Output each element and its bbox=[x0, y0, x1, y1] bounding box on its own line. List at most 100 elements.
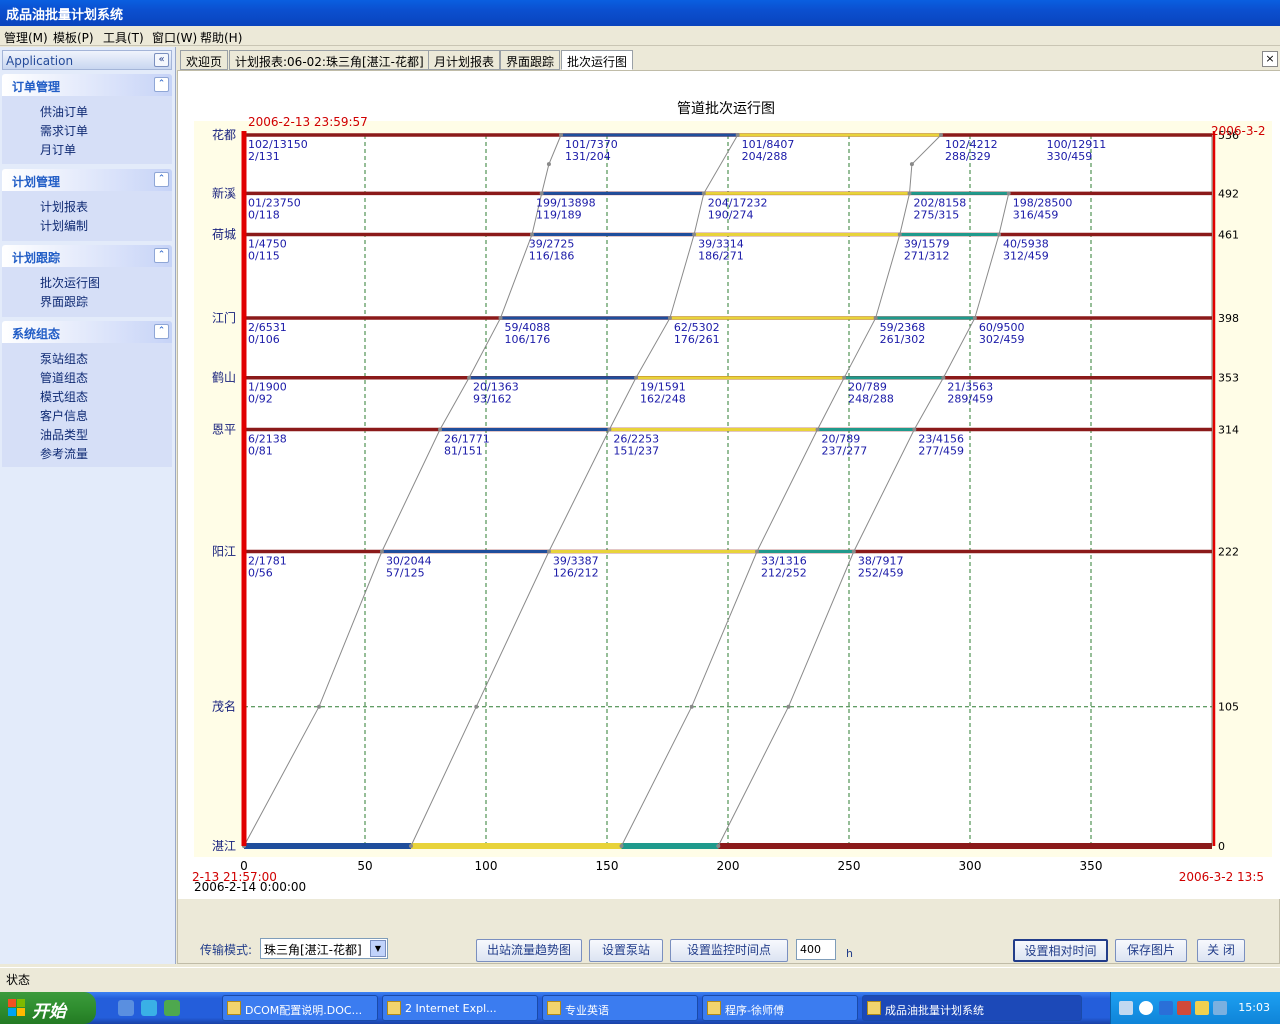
batch-annotation-label: 0/106 bbox=[248, 333, 280, 346]
chart-area: 0 50 100 150 200 250 300 350 花都 536 新溪 492 荷城 461 江门 39… bbox=[178, 71, 1280, 899]
batch-run-chart: 0 50 100 150 200 250 300 350花都 536新溪 492荷城 461江门 39… bbox=[192, 101, 1272, 894]
close-button[interactable]: 关 闭 bbox=[1197, 939, 1245, 962]
tray-app-icon[interactable] bbox=[1177, 1001, 1191, 1015]
interface-point bbox=[735, 133, 740, 137]
x-tick-label: 300 bbox=[959, 859, 982, 873]
back-icon[interactable] bbox=[1159, 1001, 1173, 1015]
interface-point bbox=[907, 191, 912, 196]
interface-point bbox=[815, 427, 820, 432]
batch-annotation-label: 271/312 bbox=[904, 249, 950, 262]
title-bar: 成品油批量计划系统 bbox=[0, 0, 1280, 26]
batch-annotation-label: 289/459 bbox=[947, 393, 993, 406]
task-dcom-doc[interactable]: DCOM配置说明.DOC... bbox=[222, 995, 378, 1021]
tray-shield-icon[interactable] bbox=[1195, 1001, 1209, 1015]
mode-select[interactable]: 珠三角[湛江-花都] ▼ bbox=[260, 938, 388, 959]
nav-pump-config[interactable]: 泵站组态 bbox=[40, 350, 88, 367]
control-bar: 传输模式: 珠三角[湛江-花都] ▼ 出站流量趋势图 设置泵站 设置监控时间点 … bbox=[178, 899, 1280, 965]
application-label: Application bbox=[6, 54, 74, 68]
task-internet-explorer[interactable]: 2 Internet Expl... bbox=[382, 995, 538, 1021]
nav-batch-chart[interactable]: 批次运行图 bbox=[40, 274, 100, 291]
station-name-label: 湛江 bbox=[212, 839, 236, 853]
hours-input[interactable]: 400 bbox=[796, 939, 836, 960]
collapse-icon[interactable]: ⌃ bbox=[154, 324, 169, 339]
group-title: 系统组态 bbox=[12, 327, 61, 341]
end-time-top-label: 2006-3-2 bbox=[1211, 124, 1265, 138]
batch-annotation-label: 0/118 bbox=[248, 208, 280, 221]
interface-point bbox=[701, 191, 706, 196]
internet-explorer-icon[interactable] bbox=[141, 1000, 157, 1016]
nav-customer-info[interactable]: 客户信息 bbox=[40, 407, 88, 424]
group-body-orders: 供油订单 需求订单 月订单 bbox=[2, 96, 172, 164]
quicklaunch-icon[interactable] bbox=[164, 1000, 180, 1016]
close-tab-icon[interactable]: × bbox=[1262, 51, 1278, 67]
group-plan-management[interactable]: 计划管理 ⌃ bbox=[2, 169, 172, 191]
batch-annotation-label: 151/237 bbox=[613, 444, 659, 457]
interface-point bbox=[909, 162, 914, 167]
nav-month-order[interactable]: 月订单 bbox=[40, 141, 76, 158]
help-icon[interactable] bbox=[1139, 1001, 1153, 1015]
station-mileage-label: 492 bbox=[1218, 187, 1239, 200]
set-pump-button[interactable]: 设置泵站 bbox=[589, 939, 663, 962]
outflow-trend-button[interactable]: 出站流量趋势图 bbox=[476, 939, 582, 962]
group-system-config[interactable]: 系统组态 ⌃ bbox=[2, 321, 172, 343]
batch-annotation-label: 106/176 bbox=[505, 333, 551, 346]
station-mileage-label: 0 bbox=[1218, 840, 1225, 853]
nav-plan-report[interactable]: 计划报表 bbox=[40, 198, 88, 215]
nav-pipeline-config[interactable]: 管道组态 bbox=[40, 369, 88, 386]
station-name-label: 阳江 bbox=[212, 545, 236, 559]
nav-interface-tracking[interactable]: 界面跟踪 bbox=[40, 293, 88, 310]
nav-oil-type[interactable]: 油品类型 bbox=[40, 426, 88, 443]
set-monitor-time-button[interactable]: 设置监控时间点 bbox=[670, 939, 788, 962]
folder-icon bbox=[707, 1001, 721, 1015]
task-program-folder[interactable]: 程序-徐师傅 bbox=[702, 995, 858, 1021]
start-button[interactable]: 开始 bbox=[0, 992, 96, 1024]
group-plan-tracking[interactable]: 计划跟踪 ⌃ bbox=[2, 245, 172, 267]
interface-point bbox=[498, 316, 503, 321]
menu-template[interactable]: 模板(P) bbox=[53, 29, 94, 46]
show-desktop-icon[interactable] bbox=[118, 1000, 134, 1016]
batch-annotation-label: 277/459 bbox=[918, 444, 964, 457]
interface-point bbox=[438, 427, 443, 432]
network-icon[interactable] bbox=[1119, 1001, 1133, 1015]
tab-welcome[interactable]: 欢迎页 bbox=[180, 50, 229, 70]
group-order-management[interactable]: 订单管理 ⌃ bbox=[2, 74, 172, 96]
menu-help[interactable]: 帮助(H) bbox=[200, 29, 242, 46]
nav-mode-config[interactable]: 模式组态 bbox=[40, 388, 88, 405]
chevron-down-icon[interactable]: ▼ bbox=[370, 940, 386, 957]
nav-supply-order[interactable]: 供油订单 bbox=[40, 103, 88, 120]
interface-point bbox=[1006, 191, 1011, 196]
nav-reference-flow[interactable]: 参考流量 bbox=[40, 445, 88, 462]
collapse-icon[interactable]: ⌃ bbox=[154, 77, 169, 92]
save-image-button[interactable]: 保存图片 bbox=[1115, 939, 1187, 962]
volume-icon[interactable] bbox=[1213, 1001, 1227, 1015]
hours-unit: h bbox=[846, 947, 853, 960]
tab-plan-report[interactable]: 计划报表:06-02:珠三角[湛江-花都] bbox=[229, 50, 430, 70]
batch-annotation-label: 261/302 bbox=[880, 333, 926, 346]
collapse-icon[interactable]: ⌃ bbox=[154, 172, 169, 187]
tab-interface-tracking[interactable]: 界面跟踪 bbox=[500, 50, 561, 70]
app-icon bbox=[867, 1001, 881, 1015]
batch-annotation-label: 176/261 bbox=[674, 333, 720, 346]
nav-demand-order[interactable]: 需求订单 bbox=[40, 122, 88, 139]
collapse-icon[interactable]: ⌃ bbox=[154, 248, 169, 263]
tab-batch-chart[interactable]: 批次运行图 bbox=[561, 50, 634, 70]
interface-point bbox=[755, 549, 760, 554]
menu-manage[interactable]: 管理(M) bbox=[4, 29, 48, 46]
set-relative-time-button[interactable]: 设置相对时间 bbox=[1013, 939, 1108, 962]
x-tick-label: 250 bbox=[838, 859, 861, 873]
start-label: 开始 bbox=[32, 1002, 66, 1022]
menu-window[interactable]: 窗口(W) bbox=[152, 29, 197, 46]
mode-label: 传输模式: bbox=[200, 943, 253, 957]
interface-point bbox=[546, 162, 551, 167]
interface-point bbox=[529, 232, 534, 237]
task-english-folder[interactable]: 专业英语 bbox=[542, 995, 698, 1021]
station-mileage-label: 314 bbox=[1218, 423, 1239, 436]
nav-plan-compile[interactable]: 计划编制 bbox=[40, 217, 88, 234]
tab-month-report[interactable]: 月计划报表 bbox=[428, 50, 501, 70]
left-nav-panel: Application « 订单管理 ⌃ 供油订单 需求订单 月订单 计划管理 … bbox=[0, 47, 176, 964]
station-name-label: 茂名 bbox=[212, 699, 236, 714]
pin-icon[interactable]: « bbox=[154, 53, 169, 67]
menu-tools[interactable]: 工具(T) bbox=[103, 29, 144, 46]
status-text: 状态 bbox=[6, 973, 31, 987]
task-batch-system[interactable]: 成品油批量计划系统 bbox=[862, 995, 1082, 1021]
